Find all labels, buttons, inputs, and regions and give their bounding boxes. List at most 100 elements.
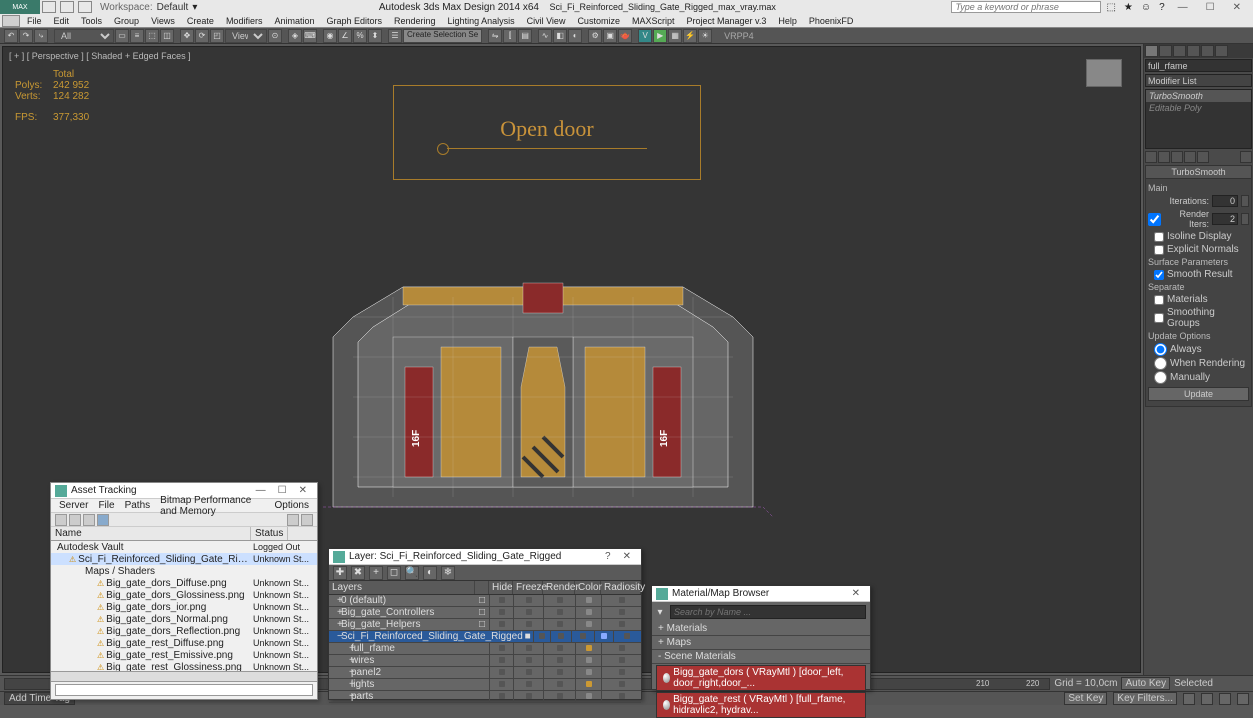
maximize-button[interactable]: ☐ xyxy=(272,485,293,496)
menu-rendering[interactable]: Rendering xyxy=(388,16,442,26)
asset-row[interactable]: Big_gate_rest_Glossiness.pngUnknown St..… xyxy=(51,661,317,671)
col-radiosity[interactable]: Radiosity xyxy=(601,581,641,594)
tab-hierarchy[interactable] xyxy=(1173,45,1186,57)
star-icon[interactable]: ★ xyxy=(1121,2,1136,13)
nav-icon[interactable] xyxy=(1201,693,1213,705)
menu-modifiers[interactable]: Modifiers xyxy=(220,16,269,26)
asset-row[interactable]: Big_gate_dors_ior.pngUnknown St... xyxy=(51,601,317,613)
rotate-icon[interactable]: ⟳ xyxy=(195,29,209,43)
tab-display[interactable] xyxy=(1201,45,1214,57)
add-to-layer-icon[interactable]: + xyxy=(369,566,383,580)
tab-create[interactable] xyxy=(1145,45,1158,57)
always-radio[interactable] xyxy=(1154,343,1167,356)
menu-phoenixfd[interactable]: PhoenixFD xyxy=(803,16,860,26)
workspace-value[interactable]: Default xyxy=(157,2,189,13)
smoothing-checkbox[interactable] xyxy=(1154,313,1164,323)
menu-file[interactable]: File xyxy=(21,16,48,26)
opendoor-slider[interactable] xyxy=(447,148,647,149)
angle-snap-icon[interactable]: ∠ xyxy=(338,29,352,43)
edit-named-sel-icon[interactable]: ☰ xyxy=(388,29,402,43)
isoline-checkbox[interactable] xyxy=(1154,232,1164,242)
select-name-icon[interactable]: ≡ xyxy=(130,29,144,43)
asset-row[interactable]: Sci_Fi_Reinforced_Sliding_Gate_Rigged_ma… xyxy=(51,553,317,565)
vray-light-icon[interactable]: ⚡ xyxy=(683,29,697,43)
layer-row[interactable]: +panel2 xyxy=(329,667,641,679)
menu-group[interactable]: Group xyxy=(108,16,145,26)
col-freeze[interactable]: Freeze xyxy=(513,581,543,594)
new-layer-icon[interactable]: ✚ xyxy=(333,566,347,580)
mirror-icon[interactable]: ⇋ xyxy=(488,29,502,43)
close-button[interactable]: ✕ xyxy=(293,485,313,496)
menu-grapheditors[interactable]: Graph Editors xyxy=(320,16,388,26)
menu-maxscript[interactable]: MAXScript xyxy=(626,16,681,26)
tool-icon[interactable] xyxy=(69,514,81,526)
freeze-icon[interactable]: ❄ xyxy=(441,566,455,580)
snap-toggle-icon[interactable]: ◉ xyxy=(323,29,337,43)
keyboard-shortcut-icon[interactable]: ⌨ xyxy=(303,29,317,43)
update-button[interactable]: Update xyxy=(1148,387,1249,401)
tree-node[interactable]: - Scene Materials xyxy=(652,650,870,664)
vray-fb-icon[interactable]: ▦ xyxy=(668,29,682,43)
minimize-button[interactable]: — xyxy=(1170,2,1196,13)
asset-tracking-window[interactable]: Asset Tracking — ☐ ✕ Server File Paths B… xyxy=(50,482,318,700)
render-frame-icon[interactable]: ▣ xyxy=(603,29,617,43)
close-button[interactable]: ✕ xyxy=(617,551,637,562)
vray-icon[interactable]: V xyxy=(638,29,652,43)
named-selection-sets[interactable]: Create Selection Se xyxy=(403,29,482,43)
highlight-icon[interactable]: 🔍 xyxy=(405,566,419,580)
render-setup-icon[interactable]: ⚙ xyxy=(588,29,602,43)
use-center-icon[interactable]: ⊙ xyxy=(268,29,282,43)
nav-icon[interactable] xyxy=(1219,693,1231,705)
material-item[interactable]: Bigg_gate_rest ( VRayMtl ) [full_rfame, … xyxy=(656,692,866,718)
col-layers[interactable]: Layers xyxy=(329,581,475,594)
keyfilters-button[interactable]: Key Filters... xyxy=(1113,692,1177,705)
search-input[interactable] xyxy=(670,605,866,619)
menubar-grip[interactable] xyxy=(2,15,20,27)
link-icon[interactable]: ⤷ xyxy=(34,29,48,43)
menu-lighting[interactable]: Lighting Analysis xyxy=(442,16,521,26)
menu-bitmap[interactable]: Bitmap Performance and Memory xyxy=(156,495,268,517)
menu-animation[interactable]: Animation xyxy=(268,16,320,26)
asset-row[interactable]: Big_gate_dors_Diffuse.pngUnknown St... xyxy=(51,577,317,589)
close-button[interactable]: ✕ xyxy=(846,588,866,599)
manually-radio[interactable] xyxy=(1154,371,1167,384)
material-editor-icon[interactable]: ◐ xyxy=(568,29,582,43)
remove-mod-icon[interactable] xyxy=(1184,151,1196,163)
smooth-checkbox[interactable] xyxy=(1154,270,1164,280)
scale-icon[interactable]: ◰ xyxy=(210,29,224,43)
help-icon[interactable] xyxy=(301,514,313,526)
refresh-icon[interactable] xyxy=(287,514,299,526)
help-icon[interactable]: ? xyxy=(1156,2,1168,13)
render-iters-input[interactable]: 2 xyxy=(1212,213,1238,225)
modifier-list-dropdown[interactable] xyxy=(1145,74,1252,87)
configure-icon[interactable] xyxy=(1197,151,1209,163)
menu-paths[interactable]: Paths xyxy=(121,500,155,511)
rollout-header[interactable]: TurboSmooth xyxy=(1146,166,1251,179)
spinner-icon[interactable] xyxy=(1241,195,1249,207)
stack-options-icon[interactable] xyxy=(1240,151,1252,163)
curve-editor-icon[interactable]: ∿ xyxy=(538,29,552,43)
menu-customize[interactable]: Customize xyxy=(571,16,626,26)
align-icon[interactable]: ⫿ xyxy=(503,29,517,43)
col-hide[interactable]: Hide xyxy=(489,581,513,594)
render-iters-checkbox[interactable] xyxy=(1148,213,1161,226)
tree-node[interactable]: + Maps xyxy=(652,636,870,650)
menu-options[interactable]: Options xyxy=(271,500,313,511)
tab-utilities[interactable] xyxy=(1215,45,1228,57)
asset-row[interactable]: Big_gate_rest_Diffuse.pngUnknown St... xyxy=(51,637,317,649)
close-button[interactable]: ✕ xyxy=(1225,2,1249,13)
select-layer-icon[interactable]: ◻ xyxy=(387,566,401,580)
layer-row[interactable]: +Big_gate_Controllers□ xyxy=(329,607,641,619)
menu-views[interactable]: Views xyxy=(145,16,181,26)
layer-row[interactable]: +wires xyxy=(329,655,641,667)
tool-icon[interactable] xyxy=(97,514,109,526)
status-input[interactable] xyxy=(55,684,313,696)
layer-row[interactable]: +lights xyxy=(329,679,641,691)
col-color[interactable]: Color xyxy=(575,581,601,594)
vray-rt-icon[interactable]: ▶ xyxy=(653,29,667,43)
opendoor-helper[interactable]: Open door xyxy=(393,85,701,180)
autokey-button[interactable]: Auto Key xyxy=(1121,677,1170,690)
spinner-icon[interactable] xyxy=(1241,213,1249,225)
chevron-down-icon[interactable]: ▾ xyxy=(192,2,197,13)
select-manipulate-icon[interactable]: ◈ xyxy=(288,29,302,43)
